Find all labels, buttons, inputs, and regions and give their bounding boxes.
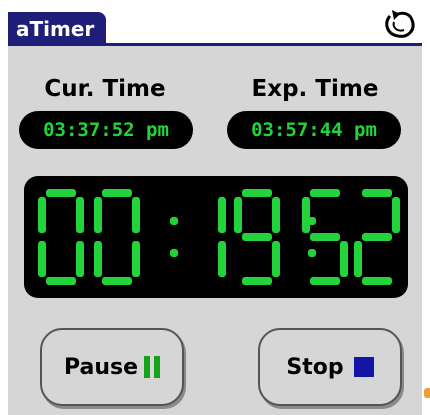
digit-segment	[302, 197, 310, 233]
app-title[interactable]: aTimer	[8, 12, 107, 46]
digit-segment	[310, 277, 340, 285]
digit-segment	[76, 197, 84, 233]
title-divider	[8, 43, 422, 46]
stop-button[interactable]: Stop	[258, 328, 402, 406]
digit-segment	[242, 277, 272, 285]
pause-button-label: Pause	[63, 354, 139, 380]
digit-segment	[242, 233, 272, 241]
digit-segment	[340, 241, 348, 277]
countdown-display	[24, 176, 408, 298]
digit-segment	[94, 197, 102, 233]
digit-segment	[354, 241, 362, 277]
expiry-time-display: 03:57:44 pm	[228, 112, 400, 148]
digit-segment	[94, 241, 102, 277]
expiry-time-label: Exp. Time	[251, 76, 379, 102]
digit-segment	[362, 277, 392, 285]
undo-icon[interactable]	[382, 8, 418, 40]
colon-dot	[170, 249, 178, 257]
pause-icon	[144, 356, 161, 378]
digit-segment	[218, 241, 226, 277]
digit-segment	[310, 189, 340, 197]
digit-segment	[234, 197, 242, 233]
digit-segment	[76, 241, 84, 277]
colon-dot	[170, 217, 178, 225]
digit-segment	[46, 189, 76, 197]
stop-button-label: Stop	[286, 354, 344, 380]
digit-segment	[392, 197, 400, 233]
digit-segment	[132, 241, 140, 277]
digit-segment	[272, 241, 280, 277]
digit-segment	[272, 197, 280, 233]
digit-segment	[132, 197, 140, 233]
countdown-digits	[38, 189, 400, 285]
digit-segment	[242, 189, 272, 197]
digit-segment	[102, 277, 132, 285]
colon-dot	[308, 249, 316, 257]
digit-segment	[46, 277, 76, 285]
current-time-label: Cur. Time	[44, 76, 166, 102]
pause-button[interactable]: Pause	[40, 328, 184, 406]
digit-segment	[362, 233, 392, 241]
title-bar: aTimer	[8, 6, 422, 46]
digit-segment	[362, 189, 392, 197]
digit-segment	[102, 189, 132, 197]
digit-segment	[38, 241, 46, 277]
stop-icon	[353, 357, 374, 377]
current-time-display: 03:37:52 pm	[20, 112, 192, 148]
digit-segment	[38, 197, 46, 233]
digit-segment	[310, 233, 340, 241]
app-screen: aTimer Cur. Time Exp. Time 03:37:52 pm 0…	[8, 6, 422, 415]
edge-marker	[424, 388, 430, 398]
digit-segment	[218, 197, 226, 233]
